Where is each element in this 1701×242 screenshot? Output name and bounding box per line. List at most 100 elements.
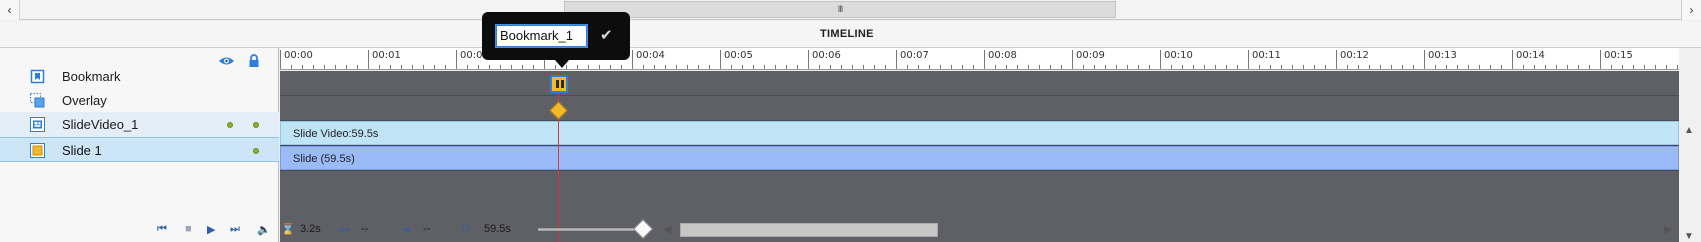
tick-label: 00:05 <box>720 50 753 69</box>
tick-label: 00:06 <box>808 50 841 69</box>
tick-label: 00:11 <box>1248 50 1281 69</box>
overlay-lane[interactable] <box>280 96 1679 121</box>
forward-icon[interactable]: ⏭ <box>230 223 240 236</box>
scroll-right-arrow[interactable]: › <box>1681 0 1701 20</box>
minor-tick <box>1567 65 1568 69</box>
playback-toolbar: ⏮ ■ ▶ ⏭ 🔈 ⌛ 3.2s ↦ -- ⇥ -- ⏱ 59.5s ◀ ▶ <box>0 218 1701 242</box>
slide-video-bar[interactable]: Slide Video:59.5s <box>280 121 1679 145</box>
zoom-slider-knob[interactable] <box>633 219 653 239</box>
minor-tick <box>1193 65 1194 69</box>
layer-row-slidevideo[interactable]: SlideVideo_1 <box>0 112 279 137</box>
minor-tick <box>764 65 765 69</box>
minor-tick <box>1006 65 1007 69</box>
layer-label: SlideVideo_1 <box>62 117 139 132</box>
minor-tick <box>929 65 930 69</box>
minor-tick <box>951 65 952 69</box>
minor-tick <box>654 65 655 69</box>
slide-lane[interactable]: Slide (59.5s) <box>280 146 1679 171</box>
minor-tick <box>335 65 336 69</box>
minor-tick <box>709 65 710 69</box>
minor-tick <box>1226 65 1227 69</box>
bookmark-marker[interactable] <box>550 75 568 93</box>
minor-tick <box>940 65 941 69</box>
minor-tick <box>1523 65 1524 69</box>
bookmark-name-popup: Bookmark_1 ✔ <box>482 12 630 68</box>
minor-tick <box>1116 65 1117 69</box>
minor-tick <box>1633 65 1634 69</box>
timeline-scroll-thumb[interactable] <box>680 223 938 237</box>
minor-tick <box>731 65 732 69</box>
tick-label: 00:07 <box>896 50 929 69</box>
overlay-icon <box>30 93 45 108</box>
minor-tick <box>698 65 699 69</box>
track-area[interactable]: Slide Video:59.5s Slide (59.5s) <box>280 71 1679 242</box>
minor-tick <box>511 65 512 69</box>
total-value: 59.5s <box>484 223 511 235</box>
play-icon[interactable]: ▶ <box>207 223 215 236</box>
scroll-right-arrow[interactable]: ▶ <box>1664 223 1672 236</box>
playhead[interactable] <box>558 71 559 242</box>
checkmark-icon[interactable]: ✔ <box>600 26 613 44</box>
scroll-up-arrow[interactable]: ▲ <box>1684 125 1694 136</box>
layer-label: Overlay <box>62 93 107 108</box>
minor-tick <box>1215 65 1216 69</box>
layer-row-bookmark[interactable]: Bookmark <box>0 64 279 89</box>
minor-tick <box>962 65 963 69</box>
start-time-icon: ↦ <box>340 224 350 236</box>
minor-tick <box>478 65 479 69</box>
minor-tick <box>885 65 886 69</box>
minor-tick <box>588 65 589 69</box>
minor-tick <box>1039 65 1040 69</box>
minor-tick <box>1380 65 1381 69</box>
minor-tick <box>1028 65 1029 69</box>
minor-tick <box>434 65 435 69</box>
slidevideo-lane[interactable]: Slide Video:59.5s <box>280 121 1679 146</box>
rewind-icon[interactable]: ⏮ <box>157 223 167 236</box>
minor-tick <box>291 65 292 69</box>
tick-label: 00:08 <box>984 50 1017 69</box>
minor-tick <box>907 65 908 69</box>
minor-tick <box>1314 65 1315 69</box>
slide-bar[interactable]: Slide (59.5s) <box>280 146 1679 170</box>
layer-row-slide[interactable]: Slide 1 <box>0 137 279 162</box>
minor-tick <box>1556 65 1557 69</box>
tick-label: 00:09 <box>1072 50 1105 69</box>
bookmark-name-input[interactable]: Bookmark_1 <box>495 24 588 48</box>
scroll-left-arrow[interactable]: ◀ <box>663 223 671 236</box>
minor-tick <box>577 65 578 69</box>
minor-tick <box>786 65 787 69</box>
minor-tick <box>1171 65 1172 69</box>
layer-row-overlay[interactable]: Overlay <box>0 88 279 113</box>
minor-tick <box>1325 65 1326 69</box>
stop-icon[interactable]: ■ <box>185 223 192 235</box>
minor-tick <box>1545 65 1546 69</box>
minor-tick <box>621 65 622 69</box>
minor-tick <box>1611 65 1612 69</box>
minor-tick <box>401 65 402 69</box>
tick-label: 00:12 <box>1336 50 1369 69</box>
end-time-icon: ⇥ <box>401 224 411 236</box>
tick-label: 00:15 <box>1600 50 1633 69</box>
lock-dot[interactable] <box>253 148 259 154</box>
minor-tick <box>500 65 501 69</box>
minor-tick <box>533 65 534 69</box>
scroll-left-arrow[interactable]: ‹ <box>0 0 20 20</box>
minor-tick <box>1578 65 1579 69</box>
hourglass-icon: ⌛ <box>281 224 295 236</box>
volume-icon[interactable]: 🔈 <box>257 223 271 236</box>
minor-tick <box>467 65 468 69</box>
top-horizontal-scrollbar[interactable]: ‹ III › <box>0 0 1701 20</box>
zoom-slider-track[interactable] <box>538 228 646 231</box>
minor-tick <box>1083 65 1084 69</box>
panel-title: TIMELINE <box>820 28 874 40</box>
callout-pointer <box>555 60 569 68</box>
minor-tick <box>1017 65 1018 69</box>
scroll-thumb[interactable]: III <box>564 1 1116 18</box>
bookmark-lane[interactable] <box>280 71 1679 96</box>
visibility-dot[interactable] <box>227 122 233 128</box>
minor-tick <box>852 65 853 69</box>
lock-dot[interactable] <box>253 122 259 128</box>
minor-tick <box>918 65 919 69</box>
minor-tick <box>1182 65 1183 69</box>
vertical-scrollbar[interactable]: ▲ ▼ <box>1680 71 1701 242</box>
